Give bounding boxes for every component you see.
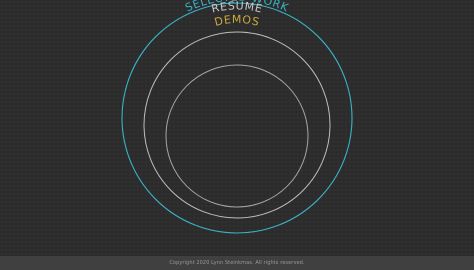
resume-ring <box>143 31 331 219</box>
nav-selected-work-link[interactable]: SELECTED WORK <box>121 0 353 234</box>
copyright-text: Copyright 2020 Lynn Steinkmas. All right… <box>169 260 305 266</box>
footer: Copyright 2020 Lynn Steinkmas. All right… <box>0 256 474 270</box>
demos-ring <box>165 64 309 208</box>
svg-text:DEMOS: DEMOS <box>213 13 261 29</box>
demos-label[interactable]: DEMOS <box>213 13 261 29</box>
page: SELECTED WORK RESUME DEMOS Copyright 202… <box>0 0 474 270</box>
nav-resume-link[interactable]: RESUME <box>143 0 331 219</box>
nav-demos-link[interactable]: DEMOS <box>165 13 309 208</box>
circular-navigation: SELECTED WORK RESUME DEMOS <box>121 0 353 234</box>
selected-work-ring <box>121 2 353 234</box>
